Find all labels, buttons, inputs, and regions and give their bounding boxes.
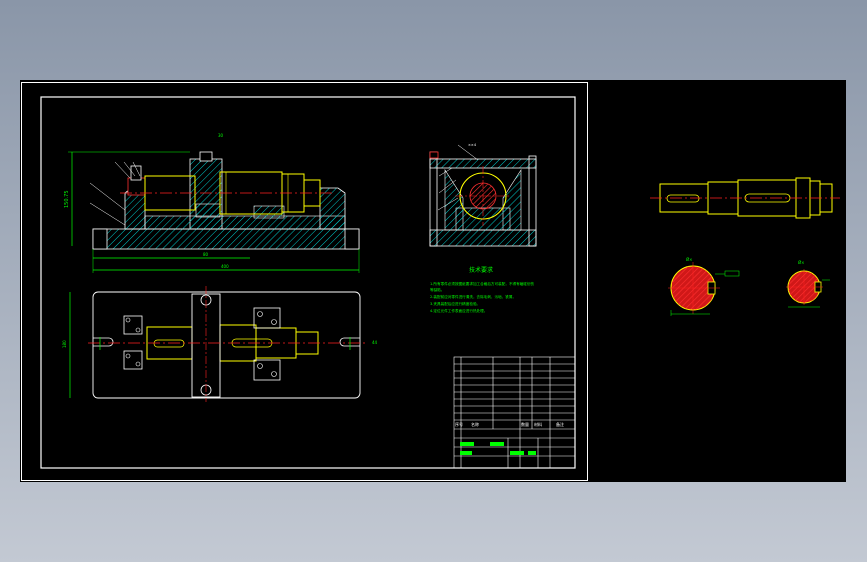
section-a-label: Ø× bbox=[686, 257, 693, 262]
top-mark: 30 bbox=[218, 133, 224, 138]
note-line-1: 1.所有零件必须按图纸要求加工合格后方可装配，不得有磕碰划伤 bbox=[430, 281, 534, 286]
plan-view: 180 44 bbox=[62, 286, 378, 402]
cad-canvas: 30 150.75 80 400 ××4 180 44 技术要求 1.所有零件必… bbox=[20, 80, 846, 482]
tb-col-5: 备注 bbox=[556, 421, 564, 427]
side-mark: ××4 bbox=[468, 143, 477, 147]
notes-title: 技术要求 bbox=[469, 266, 493, 274]
tb-col-1: 序号 bbox=[455, 421, 463, 427]
plan-right-dim: 44 bbox=[372, 340, 378, 345]
technical-notes: 技术要求 1.所有零件必须按图纸要求加工合格后方可装配，不得有磕碰划伤 等缺陷。… bbox=[430, 266, 534, 313]
note-line-2: 等缺陷。 bbox=[430, 287, 444, 292]
tb-col-3: 数量 bbox=[521, 421, 529, 427]
front-total-width-dim: 400 bbox=[221, 264, 229, 269]
shaft-part-view bbox=[650, 177, 840, 219]
front-view: 30 150.75 80 400 bbox=[64, 133, 360, 273]
plan-height-dim: 180 bbox=[62, 340, 67, 348]
drawing-sheet: 30 150.75 80 400 ××4 180 44 技术要求 1.所有零件必… bbox=[21, 82, 840, 481]
tb-col-4: 材料 bbox=[534, 421, 542, 427]
note-line-3: 2.装配前应对零件进行清洗，去除毛刺、污垢、铁屑。 bbox=[430, 294, 516, 299]
section-b: Ø× bbox=[786, 260, 830, 308]
title-block bbox=[453, 356, 576, 469]
front-height-dim: 150.75 bbox=[64, 191, 70, 209]
section-a: Ø× bbox=[668, 257, 740, 316]
section-b-label: Ø× bbox=[798, 260, 805, 265]
side-view: ××4 bbox=[429, 143, 537, 247]
title-block-headers: 序号 名称 数量 材料 备注 bbox=[455, 421, 564, 427]
note-line-4: 3.夹具装配后应进行精度检验。 bbox=[430, 301, 480, 306]
front-inner-width-dim: 80 bbox=[203, 252, 209, 257]
note-line-5: 4.定位元件工作表面应进行热处理。 bbox=[430, 308, 487, 313]
tb-col-2: 名称 bbox=[471, 421, 479, 427]
